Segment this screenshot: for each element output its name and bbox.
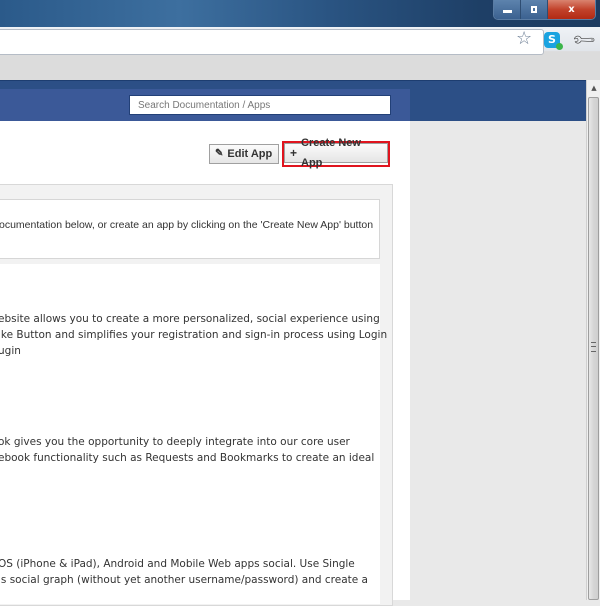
- scrollbar-thumb[interactable]: [588, 97, 599, 600]
- scroll-up-arrow-icon[interactable]: ▲: [587, 80, 600, 96]
- section-apps-on-facebook: ok gives you the opportunity to deeply i…: [0, 434, 374, 466]
- window-titlebar: x: [0, 0, 600, 27]
- window-controls: x: [493, 0, 596, 20]
- edit-app-label: Edit App: [227, 148, 273, 160]
- section-mobile: OS (iPhone & iPad), Android and Mobile W…: [0, 556, 368, 588]
- restore-icon: [531, 6, 537, 13]
- section-line: ugin: [0, 345, 21, 357]
- intro-box: ocumentation below, or create an app by …: [0, 199, 380, 259]
- section-line: ike Button and simplifies your registrat…: [0, 329, 388, 341]
- section-line: ok gives you the opportunity to deeply i…: [0, 436, 350, 448]
- section-line: 's social graph (without yet another use…: [0, 574, 368, 586]
- site-header: Search Documentation / Apps: [0, 80, 586, 122]
- browser-toolbar: ☆ S 🔧︎: [0, 26, 600, 80]
- grip-icon: [591, 342, 596, 352]
- pencil-icon: ✎: [215, 148, 224, 159]
- wrench-icon[interactable]: 🔧︎: [570, 26, 598, 54]
- section-line: ebook functionality such as Requests and…: [0, 452, 375, 464]
- web-page: Search Documentation / Apps ✎ Edit App +…: [0, 80, 586, 606]
- create-new-app-button[interactable]: + Create New App: [284, 137, 388, 169]
- intro-text: ocumentation below, or create an app by …: [0, 219, 374, 231]
- address-bar[interactable]: [0, 29, 544, 55]
- section-websites: ebsite allows you to create a more perso…: [0, 311, 387, 359]
- section-line: OS (iPhone & iPad), Android and Mobile W…: [0, 558, 355, 570]
- restore-button[interactable]: [521, 0, 548, 19]
- star-icon[interactable]: ☆: [516, 30, 532, 48]
- minimize-icon: [502, 10, 512, 13]
- right-column: [410, 121, 586, 600]
- close-icon: x: [568, 4, 575, 15]
- create-new-app-label: Create New App: [301, 137, 361, 169]
- section-line: ebsite allows you to create a more perso…: [0, 313, 380, 325]
- vertical-scrollbar[interactable]: ▲: [586, 80, 600, 600]
- minimize-button[interactable]: [494, 0, 521, 19]
- skype-status-badge: [556, 43, 563, 50]
- edit-app-button[interactable]: ✎ Edit App: [209, 144, 279, 164]
- plus-icon: +: [290, 146, 298, 160]
- docs-list: ebsite allows you to create a more perso…: [0, 264, 387, 604]
- close-button[interactable]: x: [548, 0, 595, 19]
- search-input[interactable]: Search Documentation / Apps: [129, 95, 391, 115]
